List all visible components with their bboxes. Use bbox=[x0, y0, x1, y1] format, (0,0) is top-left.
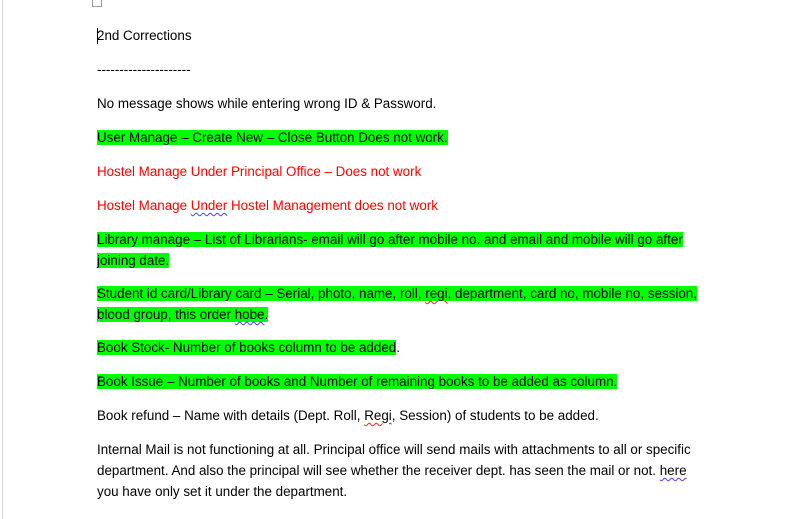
item-user-manage[interactable]: User Manage – Create New – Close Button … bbox=[97, 127, 707, 148]
spelling-flagged-word[interactable]: regi bbox=[425, 286, 447, 301]
doc-title[interactable]: 2nd Corrections bbox=[97, 25, 707, 46]
item-student-card[interactable]: Student id card/Library card – Serial, p… bbox=[97, 283, 707, 325]
text-run: blood group, this order bbox=[97, 307, 235, 322]
text-run: Hostel Management does not work bbox=[227, 198, 438, 213]
highlighted-text: Student id card/Library card – Serial, p… bbox=[97, 286, 697, 301]
highlighted-text: Book Stock- Number of books column to be… bbox=[97, 340, 397, 355]
spelling-flagged-word[interactable]: hobe bbox=[235, 307, 265, 322]
item-book-issue[interactable]: Book Issue – Number of books and Number … bbox=[97, 371, 707, 392]
page-left-edge bbox=[2, 0, 3, 519]
text-run: you have only set it under the departmen… bbox=[97, 484, 348, 499]
item-internal-mail[interactable]: Internal Mail is not functioning at all.… bbox=[97, 439, 707, 502]
text-run: Hostel Manage bbox=[97, 198, 191, 213]
text-run: Internal Mail is not functioning at all.… bbox=[97, 442, 691, 457]
highlighted-text: User Manage – Create New – Close Button … bbox=[97, 130, 448, 145]
highlighted-text: Library manage – List of Librarians- ema… bbox=[97, 232, 683, 247]
text-run: , Session) of students to be added. bbox=[391, 408, 599, 423]
highlighted-text: blood group, this order hobe. bbox=[97, 307, 269, 322]
text-cursor bbox=[97, 28, 98, 44]
item-login-message[interactable]: No message shows while entering wrong ID… bbox=[97, 93, 707, 114]
item-book-stock[interactable]: Book Stock- Number of books column to be… bbox=[97, 337, 707, 358]
highlighted-text: Book Issue – Number of books and Number … bbox=[97, 374, 618, 389]
text-run: . bbox=[396, 340, 400, 355]
grammar-flagged-word[interactable]: Under bbox=[191, 198, 227, 213]
doc-title-text: 2nd Corrections bbox=[97, 28, 192, 43]
item-book-refund[interactable]: Book refund – Name with details (Dept. R… bbox=[97, 405, 707, 426]
text-run: department. And also the principal will … bbox=[97, 463, 660, 478]
item-hostel-management[interactable]: Hostel Manage Under Hostel Management do… bbox=[97, 195, 707, 216]
item-hostel-principal[interactable]: Hostel Manage Under Principal Office – D… bbox=[97, 161, 707, 182]
item-library-manage[interactable]: Library manage – List of Librarians- ema… bbox=[97, 229, 707, 271]
spelling-flagged-word[interactable]: Regi bbox=[364, 408, 392, 423]
highlighted-text: joining date. bbox=[97, 253, 170, 268]
text-run: Student id card/Library card – Serial, p… bbox=[97, 286, 426, 301]
text-run: . bbox=[264, 307, 269, 322]
grammar-flagged-word[interactable]: here bbox=[660, 463, 687, 478]
text-run: , department, card no, mobile no, sessio… bbox=[447, 286, 697, 301]
separator-line[interactable]: --------------------- bbox=[97, 59, 707, 80]
text-run: Book refund – Name with details (Dept. R… bbox=[97, 408, 365, 423]
margin-corner-mark bbox=[92, 0, 102, 7]
